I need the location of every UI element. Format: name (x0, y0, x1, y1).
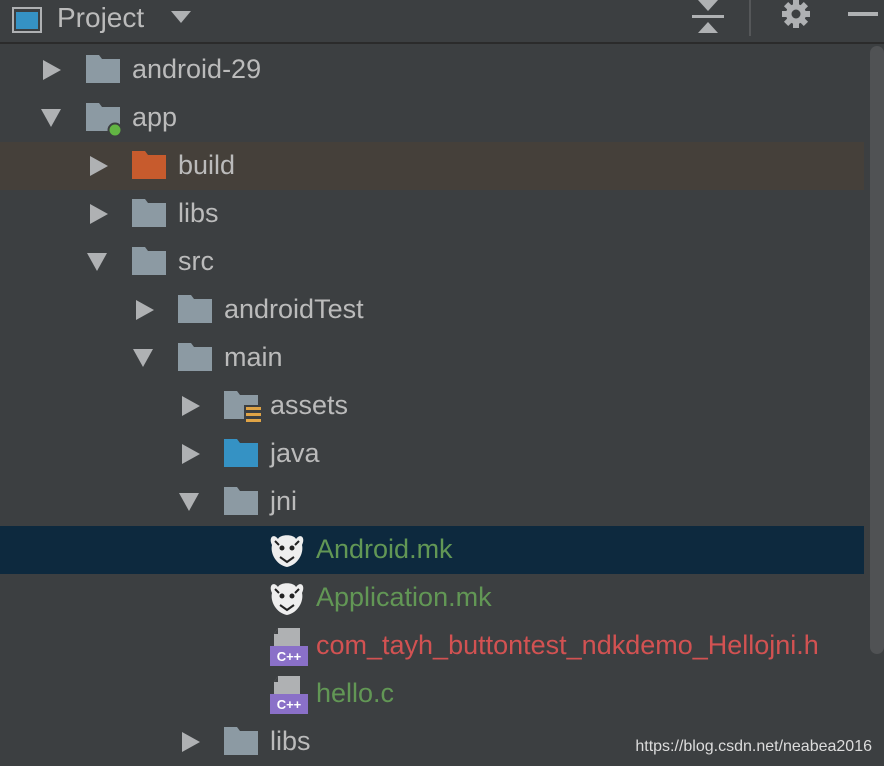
tree-item-androidtest[interactable]: androidTest (0, 286, 864, 334)
vertical-scrollbar[interactable] (870, 46, 884, 654)
expand-arrow-icon[interactable] (181, 444, 201, 464)
tree-item-android-29[interactable]: android-29 (0, 46, 864, 94)
watermark-text: https://blog.csdn.net/neabea2016 (635, 738, 872, 755)
tree-item-application-mk[interactable]: Application.mk (0, 574, 864, 622)
gear-icon[interactable] (778, 0, 814, 32)
tree-item-assets[interactable]: assets (0, 382, 864, 430)
folder-icon (132, 199, 166, 227)
minimize-icon[interactable] (848, 12, 878, 16)
folder-icon (224, 487, 258, 515)
expand-arrow-icon[interactable] (181, 732, 201, 752)
chevron-down-icon[interactable] (170, 10, 192, 24)
project-toolbar: Project (0, 0, 884, 44)
tree-item-label: main (224, 342, 283, 372)
tree-item-hellojni-h[interactable]: C++ com_tayh_buttontest_ndkdemo_Hellojni… (0, 622, 864, 670)
collapse-arrow-icon[interactable] (133, 348, 153, 368)
expand-arrow-icon[interactable] (181, 396, 201, 416)
expand-arrow-icon[interactable] (42, 60, 62, 80)
folder-icon (132, 247, 166, 275)
tree-item-jni[interactable]: jni (0, 478, 864, 526)
expand-arrow-icon[interactable] (89, 204, 109, 224)
tree-item-label: java (270, 438, 320, 468)
collapse-arrow-icon[interactable] (87, 252, 107, 272)
tree-item-label: app (132, 102, 178, 132)
tree-item-main[interactable]: main (0, 334, 864, 382)
tree-item-label: hello.c (316, 678, 395, 708)
module-folder-icon (86, 103, 122, 137)
tree-item-src[interactable]: src (0, 238, 864, 286)
tree-item-hello-c[interactable]: C++ hello.c (0, 670, 864, 718)
tree-item-label: Android.mk (316, 534, 453, 564)
tree-item-app[interactable]: app (0, 94, 864, 142)
excluded-folder-icon (132, 151, 166, 179)
folder-icon (178, 343, 212, 371)
collapse-all-icon[interactable] (690, 0, 726, 34)
toolbar-separator (749, 0, 751, 36)
tree-item-label: android-29 (132, 54, 262, 84)
tree-item-label: jni (270, 486, 298, 516)
expand-arrow-icon[interactable] (89, 156, 109, 176)
tree-item-label: libs (178, 198, 219, 228)
tree-item-android-mk[interactable]: Android.mk (0, 526, 864, 574)
expand-arrow-icon[interactable] (135, 300, 155, 320)
tree-item-label: src (178, 246, 214, 276)
source-folder-icon (224, 439, 258, 467)
svg-text:C++: C++ (277, 649, 302, 664)
project-window-icon (12, 7, 42, 33)
tree-item-label: libs (270, 726, 311, 756)
tree-item-label: build (178, 150, 236, 180)
tree-item-label: com_tayh_buttontest_ndkdemo_Hellojni.h (316, 630, 819, 660)
tree-item-label: assets (270, 390, 349, 420)
folder-icon (178, 295, 212, 323)
cpp-file-icon: C++ (270, 628, 308, 666)
gnu-makefile-icon (270, 583, 304, 615)
svg-text:C++: C++ (277, 697, 302, 712)
folder-icon (86, 55, 120, 83)
project-view-label[interactable]: Project (57, 1, 144, 35)
tree-item-java[interactable]: java (0, 430, 864, 478)
tree-item-label: androidTest (224, 294, 364, 324)
collapse-arrow-icon[interactable] (41, 108, 61, 128)
resources-folder-icon (224, 391, 262, 425)
tree-item-label: Application.mk (316, 582, 492, 612)
tree-item-build[interactable]: build (0, 142, 864, 190)
folder-icon (224, 727, 258, 755)
gnu-makefile-icon (270, 535, 304, 567)
tree-item-libs[interactable]: libs (0, 190, 864, 238)
collapse-arrow-icon[interactable] (179, 492, 199, 512)
cpp-file-icon: C++ (270, 676, 308, 714)
